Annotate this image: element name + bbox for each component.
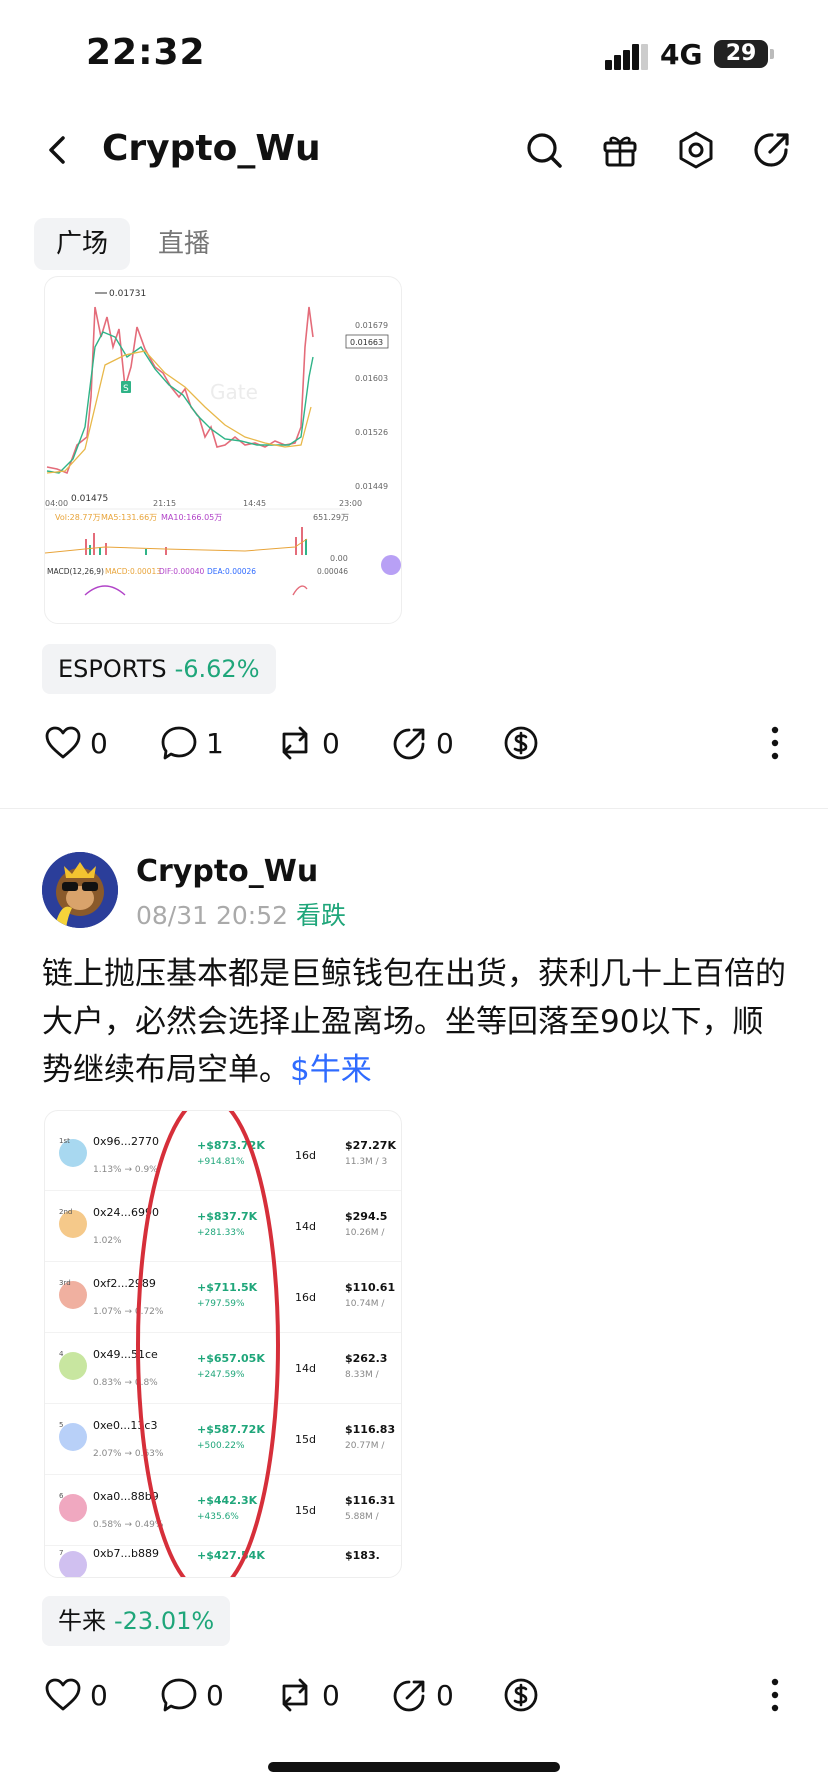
- status-time: 22:32: [86, 32, 206, 73]
- comment-icon: [161, 726, 197, 760]
- dea-value: DEA:0.00026: [207, 567, 256, 576]
- like-count: 0: [90, 726, 108, 760]
- post-meta: 08/31 20:52 看跌: [136, 896, 346, 932]
- time-tick: 04:00: [45, 499, 68, 508]
- repost-button[interactable]: 0: [276, 718, 340, 768]
- back-icon[interactable]: [38, 130, 78, 170]
- time-tick: 23:00: [339, 499, 362, 508]
- page-title: Crypto_Wu: [102, 128, 321, 169]
- post-body: 链上抛压基本都是巨鲸钱包在出货，获利几十上百倍的大户，必然会选择止盈离场。坐等回…: [42, 950, 792, 1094]
- share-count: 0: [436, 1678, 454, 1712]
- comment-count: 1: [206, 726, 224, 760]
- coin-tag-change: -6.62%: [174, 655, 260, 683]
- status-bar: 22:32 4G 29: [0, 0, 828, 110]
- repost-button[interactable]: 0: [276, 1670, 340, 1720]
- chart-low-label: 0.01475: [71, 494, 108, 504]
- share-arrow-icon: [393, 1680, 425, 1712]
- repost-count: 0: [322, 726, 340, 760]
- post-table-image[interactable]: 1st 0x96...2770 1.13% → 0.9% +$873.72K +914.…: [44, 1110, 402, 1578]
- post-actions: 0 0 0 0: [0, 1670, 828, 1720]
- price-tick: 0.01603: [355, 374, 388, 383]
- comment-button[interactable]: 1: [160, 718, 224, 768]
- top-nav: Crypto_Wu: [0, 110, 828, 190]
- candlestick-chart: Gate 0.01731 0.01475 0.01679 0.01663 0.0…: [45, 289, 401, 596]
- post-date: 08/31 20:52: [136, 901, 289, 930]
- coin-link[interactable]: $牛来: [290, 1052, 372, 1088]
- post-chart-image[interactable]: Gate 0.01731 0.01475 0.01679 0.01663 0.0…: [44, 276, 402, 624]
- price-tick: 0.01679: [355, 321, 388, 330]
- coin-tag-niulai[interactable]: 牛来 -23.01%: [42, 1596, 231, 1646]
- red-circle-annotation: [136, 1111, 280, 1577]
- ma10-label: MA10:166.05万: [161, 513, 222, 522]
- share-count: 0: [436, 726, 454, 760]
- ma5-label: MA5:131.66万: [101, 513, 157, 522]
- time-tick: 21:15: [153, 499, 176, 508]
- more-icon[interactable]: [770, 1678, 780, 1712]
- vol-max: 651.29万: [313, 513, 349, 522]
- share-post-button[interactable]: 0: [390, 1670, 454, 1720]
- macd-value: MACD:0.00013: [105, 567, 161, 576]
- sentiment-badge: 看跌: [296, 901, 347, 930]
- gift-icon[interactable]: [598, 128, 642, 172]
- like-button[interactable]: 0: [44, 1670, 108, 1720]
- macd-label: MACD(12,26,9): [47, 567, 104, 576]
- vol-zero: 0.00: [330, 554, 348, 563]
- macd-axis: 0.00046: [317, 567, 348, 576]
- coin-tag-name: 牛来: [58, 1607, 106, 1635]
- battery-tip: [770, 49, 774, 59]
- like-count: 0: [90, 1678, 108, 1712]
- share-post-button[interactable]: 0: [390, 718, 454, 768]
- repost-icon: [282, 1678, 308, 1712]
- signal-icon: [605, 44, 649, 70]
- comment-count: 0: [206, 1678, 224, 1712]
- dif-value: DIF:0.00040: [159, 567, 204, 576]
- share-icon[interactable]: [750, 128, 794, 172]
- monkey-avatar-icon: [42, 852, 118, 928]
- vol-label: Vol:28.77万: [55, 513, 101, 522]
- dollar-coin-icon: [504, 726, 538, 760]
- comment-icon: [161, 1678, 197, 1712]
- more-icon[interactable]: [770, 726, 780, 760]
- share-arrow-icon: [393, 728, 425, 760]
- home-indicator[interactable]: [268, 1762, 560, 1772]
- like-button[interactable]: 0: [44, 718, 108, 768]
- search-icon[interactable]: [522, 128, 566, 172]
- heart-icon: [45, 726, 81, 759]
- tab-square[interactable]: 广场: [34, 218, 131, 270]
- time-tick: 14:45: [243, 499, 266, 508]
- comment-button[interactable]: 0: [160, 1670, 224, 1720]
- tab-live[interactable]: 直播: [136, 218, 232, 270]
- author-name[interactable]: Crypto_Wu: [136, 854, 318, 889]
- coin-tag-name: ESPORTS: [58, 655, 167, 683]
- chart-watermark: Gate: [210, 380, 258, 404]
- network-label: 4G: [660, 38, 703, 71]
- price-tick: 0.01449: [355, 482, 388, 491]
- repost-icon: [282, 726, 308, 760]
- post-actions: 0 1 0 0: [0, 718, 828, 768]
- coin-tag-esports[interactable]: ESPORTS -6.62%: [42, 644, 276, 694]
- price-tick-current: 0.01663: [350, 338, 383, 347]
- repost-count: 0: [322, 1678, 340, 1712]
- settings-icon[interactable]: [674, 128, 718, 172]
- post-divider: [0, 808, 828, 809]
- dollar-coin-icon: [504, 1678, 538, 1712]
- heart-icon: [45, 1678, 81, 1711]
- price-tick: 0.01526: [355, 428, 388, 437]
- avatar[interactable]: [42, 852, 118, 928]
- tip-button[interactable]: [502, 718, 540, 768]
- chart-marker: S: [123, 384, 129, 394]
- chart-badge-icon: [381, 555, 401, 575]
- tab-bar: 广场 直播: [0, 218, 828, 274]
- post-text: 链上抛压基本都是巨鲸钱包在出货，获利几十上百倍的大户，必然会选择止盈离场。坐等回…: [42, 956, 786, 1088]
- battery-icon: 29: [714, 40, 768, 68]
- coin-tag-change: -23.01%: [114, 1607, 215, 1635]
- tip-button[interactable]: [502, 1670, 540, 1720]
- chart-high-label: 0.01731: [109, 289, 146, 299]
